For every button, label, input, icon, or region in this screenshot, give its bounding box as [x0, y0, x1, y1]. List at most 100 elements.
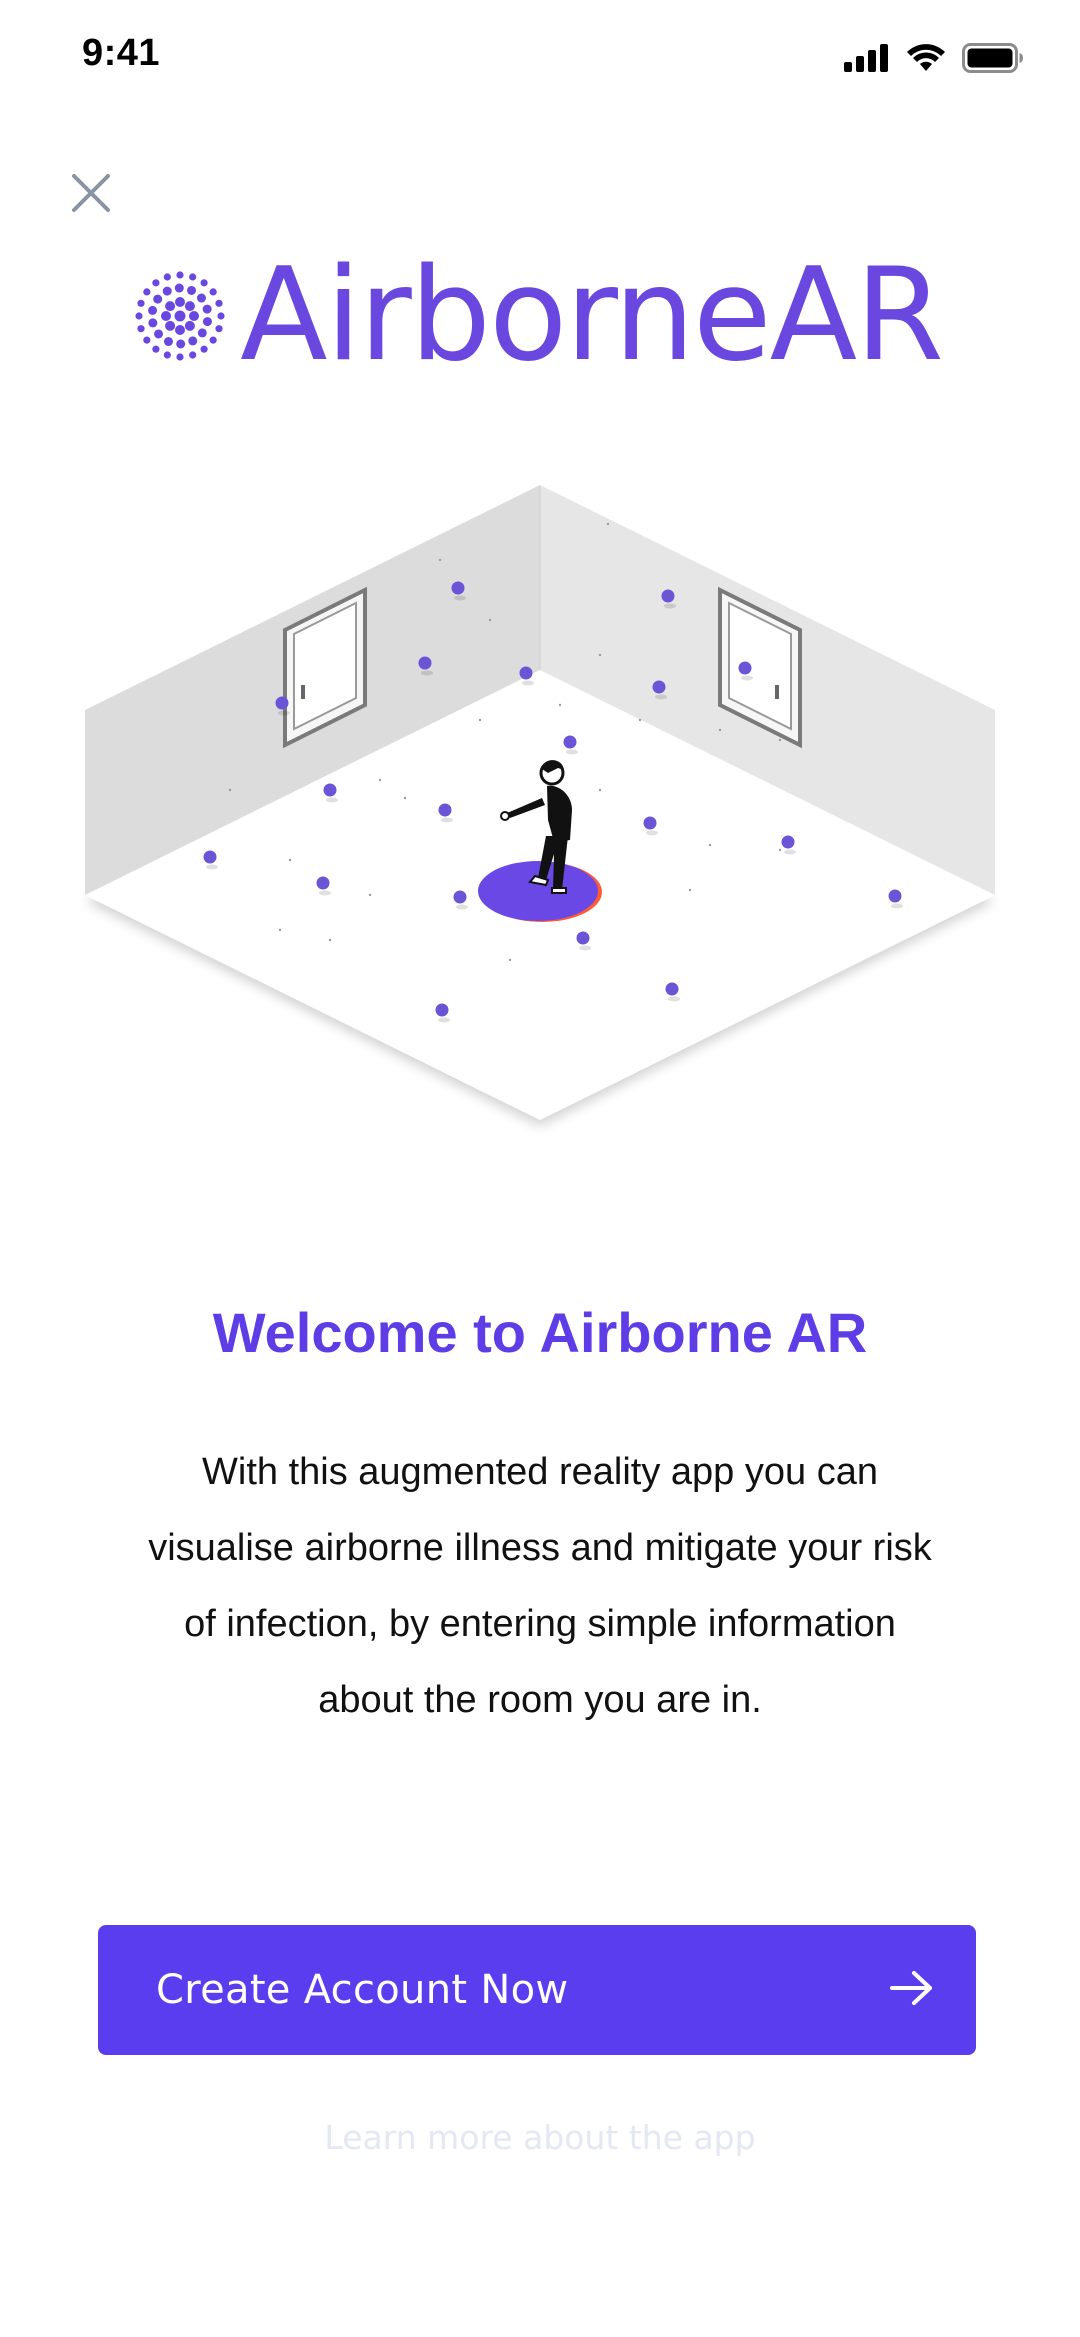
airborne-particle — [418, 656, 432, 670]
airborne-particle — [453, 890, 467, 904]
welcome-body-line: With this augmented reality app you can — [202, 1451, 878, 1493]
speckle — [598, 788, 602, 792]
speckle — [778, 848, 782, 852]
logo-dot — [217, 312, 225, 320]
app-logo: AirborneAR — [130, 246, 960, 386]
airborne-particle — [576, 931, 590, 945]
speckle — [438, 558, 442, 562]
speckle — [278, 928, 282, 932]
logo-dot — [197, 328, 207, 338]
airborne-particle — [661, 589, 675, 603]
cellular-signal-icon — [844, 44, 890, 72]
logo-dot — [200, 279, 208, 287]
speckle — [638, 718, 642, 722]
logo-dot — [153, 294, 163, 304]
create-account-label: Create Account Now — [156, 1967, 569, 2013]
logo-dot — [163, 273, 171, 281]
speckle — [478, 718, 482, 722]
speckle — [598, 653, 602, 657]
airborne-particle — [738, 661, 752, 675]
logo-dot — [135, 312, 143, 320]
particle-shadow — [784, 849, 796, 855]
particle-shadow — [319, 890, 331, 896]
logo-dot — [174, 310, 186, 322]
logo-dot — [176, 339, 186, 349]
logo-dot — [152, 279, 160, 287]
speckle — [488, 618, 492, 622]
logo-dot — [196, 293, 206, 303]
particle-shadow — [741, 675, 753, 681]
dotted-particle-logo-icon — [130, 266, 230, 366]
speckle — [288, 858, 292, 862]
status-icons — [844, 38, 1024, 78]
close-button[interactable] — [64, 168, 118, 222]
particle-shadow — [456, 904, 468, 910]
logo-dot — [174, 283, 184, 293]
particle-shadow — [326, 797, 338, 803]
logo-wordmark: AirborneAR — [240, 241, 944, 390]
particle-shadow — [421, 670, 433, 676]
airborne-particle — [665, 982, 679, 996]
logo-dot — [189, 351, 197, 359]
particle-shadow — [579, 945, 591, 951]
particle-shadow — [454, 595, 466, 601]
speckle — [368, 893, 372, 897]
speckle — [606, 522, 610, 526]
particle-shadow — [655, 694, 667, 700]
particle-shadow — [664, 603, 676, 609]
logo-dot — [143, 288, 151, 296]
particle-shadow — [891, 903, 903, 909]
particle-shadow — [438, 1017, 450, 1023]
speckle — [378, 778, 382, 782]
airborne-particle — [643, 816, 657, 830]
logo-dot — [215, 299, 223, 307]
airborne-particle — [275, 696, 289, 710]
status-time: 9:41 — [82, 32, 161, 74]
speckle — [508, 958, 512, 962]
logo-dot — [152, 345, 160, 353]
logo-dot — [184, 320, 195, 331]
welcome-body-line: of infection, by entering simple informa… — [184, 1603, 896, 1645]
status-bar: 9:41 — [0, 0, 1080, 120]
logo-dot — [189, 273, 197, 281]
logo-dot — [165, 301, 176, 312]
logo-dot — [187, 285, 197, 295]
logo-dot — [189, 311, 199, 321]
logo-dot — [148, 305, 158, 315]
logo-dot — [209, 288, 217, 296]
learn-more-link[interactable]: Learn more about the app — [0, 2118, 1080, 2157]
close-icon — [71, 173, 111, 218]
airborne-particle — [203, 850, 217, 864]
isometric-room-with-airborne-particles-icon — [85, 485, 995, 1120]
logo-dot — [165, 320, 176, 331]
welcome-title: Welcome to Airborne AR — [212, 1301, 868, 1364]
logo-dot — [175, 297, 185, 307]
logo-dot — [137, 299, 145, 307]
speckle — [718, 728, 722, 732]
arrow-right-icon — [890, 1970, 934, 2011]
airborne-particle — [435, 1003, 449, 1017]
particle-shadow — [522, 680, 534, 686]
logo-dot — [154, 329, 164, 339]
particle-shadow — [668, 996, 680, 1002]
logo-dot — [143, 336, 151, 344]
create-account-button[interactable]: Create Account Now — [98, 1925, 976, 2055]
particle-shadow — [206, 864, 218, 870]
logo-dot — [176, 271, 184, 279]
logo-dot — [148, 318, 158, 328]
logo-dot — [184, 301, 195, 312]
logo-dot — [200, 345, 208, 353]
logo-dot — [175, 325, 185, 335]
airborne-particle — [438, 803, 452, 817]
speckle — [688, 888, 692, 892]
logo-dot — [163, 351, 171, 359]
airborne-particle — [519, 666, 533, 680]
particle-shadow — [441, 817, 453, 823]
logo-dot — [176, 353, 184, 361]
logo-dot — [163, 337, 173, 347]
airborne-particle — [781, 835, 795, 849]
speckle — [778, 738, 782, 742]
logo-dot — [215, 325, 223, 333]
logo-dot — [209, 336, 217, 344]
airborne-particle — [323, 783, 337, 797]
